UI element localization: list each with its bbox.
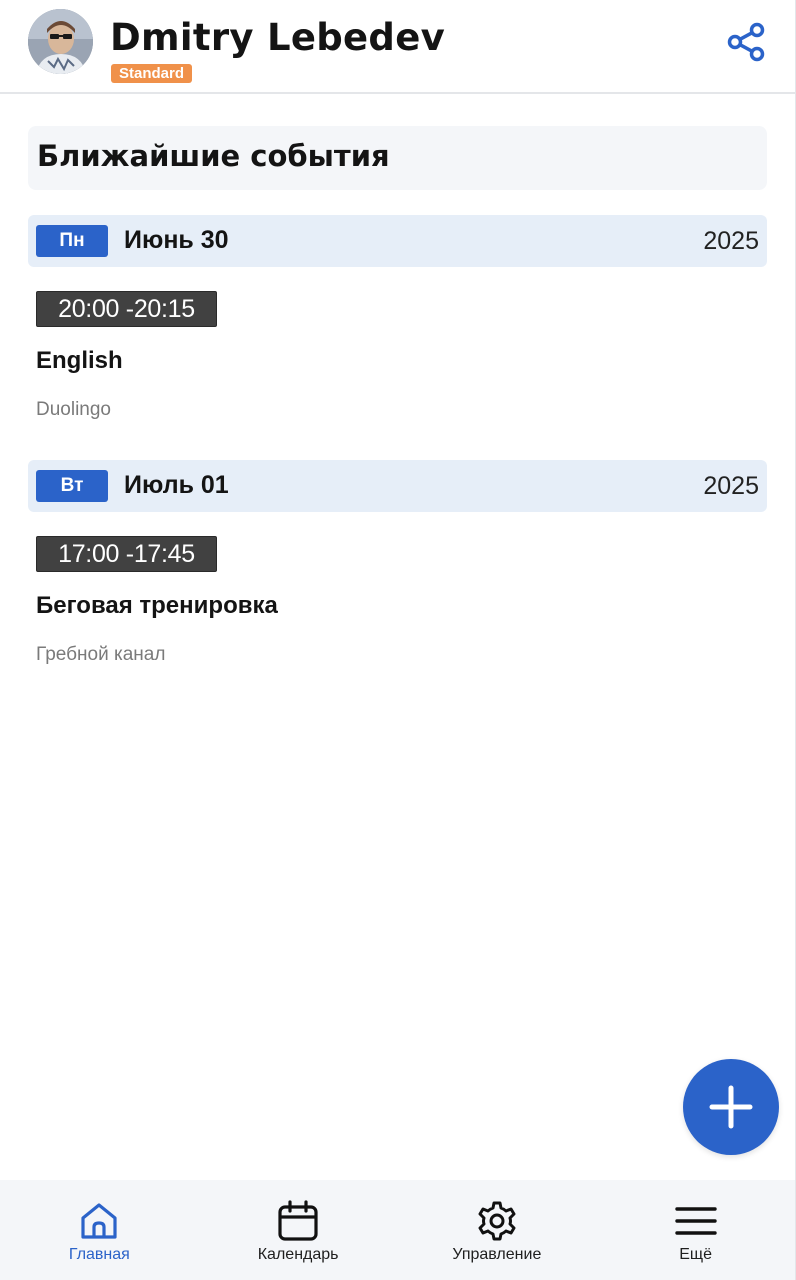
user-name: Dmitry Lebedev xyxy=(110,16,446,59)
nav-label: Управление xyxy=(452,1246,542,1263)
day-header: Пн Июнь 30 2025 xyxy=(28,215,767,267)
day-date: Июль 01 xyxy=(124,471,229,499)
avatar[interactable] xyxy=(28,9,93,74)
section-title: Ближайшие события xyxy=(37,139,390,173)
event-time-chip: 20:00 -20:15 xyxy=(36,291,217,327)
profile-header: Dmitry Lebedev Standard xyxy=(0,0,795,94)
plan-badge: Standard xyxy=(111,64,193,83)
nav-label: Главная xyxy=(68,1246,130,1263)
day-year: 2025 xyxy=(703,227,759,255)
share-icon xyxy=(727,22,765,62)
home-icon xyxy=(76,1198,122,1244)
day-year: 2025 xyxy=(703,472,759,500)
nav-label: Календарь xyxy=(257,1246,339,1263)
user-avatar-icon xyxy=(28,9,93,74)
bottom-navigation: Главная Календарь Управление Ещё xyxy=(0,1180,795,1280)
gear-icon xyxy=(474,1198,520,1244)
nav-item-home[interactable]: Главная xyxy=(0,1180,199,1280)
event-subtitle: Гребной канал xyxy=(36,644,166,665)
share-button[interactable] xyxy=(724,20,768,64)
plus-icon xyxy=(709,1085,753,1129)
day-date: Июнь 30 xyxy=(124,226,229,254)
nav-item-more[interactable]: Ещё xyxy=(596,1180,795,1280)
event-card[interactable]: 20:00 -20:15 English Duolingo xyxy=(36,291,756,431)
event-card[interactable]: 17:00 -17:45 Беговая тренировка Гребной … xyxy=(36,536,756,676)
weekday-chip: Пн xyxy=(36,225,108,257)
event-time-chip: 17:00 -17:45 xyxy=(36,536,217,572)
calendar-icon xyxy=(275,1198,321,1244)
event-title: English xyxy=(36,347,123,374)
nav-label: Ещё xyxy=(679,1246,712,1263)
weekday-chip: Вт xyxy=(36,470,108,502)
event-subtitle: Duolingo xyxy=(36,399,111,420)
app-screen: Dmitry Lebedev Standard Ближайшие событи… xyxy=(0,0,796,1280)
nav-item-management[interactable]: Управление xyxy=(398,1180,597,1280)
event-title: Беговая тренировка xyxy=(36,592,278,619)
nav-item-calendar[interactable]: Календарь xyxy=(199,1180,398,1280)
day-header: Вт Июль 01 2025 xyxy=(28,460,767,512)
menu-icon xyxy=(673,1198,719,1244)
upcoming-events-header: Ближайшие события xyxy=(28,126,767,190)
add-event-button[interactable] xyxy=(683,1059,779,1155)
